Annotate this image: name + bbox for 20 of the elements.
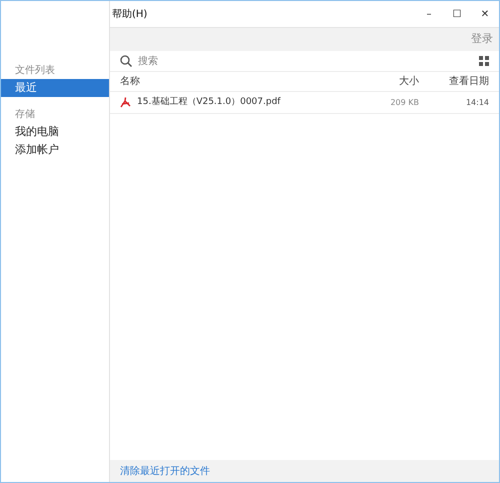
file-date: 14:14 <box>464 96 489 108</box>
window-control[interactable]: ✕ <box>471 6 499 22</box>
section-label: 存储 <box>14 108 36 122</box>
sidebar-item[interactable]: 最近 <box>1 79 109 97</box>
sidebar-item[interactable]: 我的电脑 <box>1 123 109 141</box>
window-control[interactable]: ☐ <box>443 6 471 22</box>
window-control[interactable]: – <box>415 6 443 22</box>
file-size: 209 KB <box>389 96 419 108</box>
column-header[interactable]: 名称 <box>120 74 359 89</box>
column-header[interactable]: 大小 <box>359 74 419 89</box>
search-field[interactable]: 搜索 <box>138 54 479 68</box>
clear-recent-link[interactable]: 清除最近打开的文件 <box>120 464 210 478</box>
menu-item[interactable]: 帮助(H) <box>112 6 148 22</box>
search-icon <box>120 55 132 67</box>
file-name[interactable]: 15.基础工程（V25.1.0）0007.pdf <box>137 96 359 110</box>
pdf-icon <box>120 97 131 108</box>
grid-view-icon[interactable] <box>479 56 489 66</box>
sidebar-item[interactable]: 添加帐户 <box>1 141 109 159</box>
column-header[interactable]: 查看日期 <box>419 74 489 89</box>
section-label: 文件列表 <box>14 64 56 78</box>
